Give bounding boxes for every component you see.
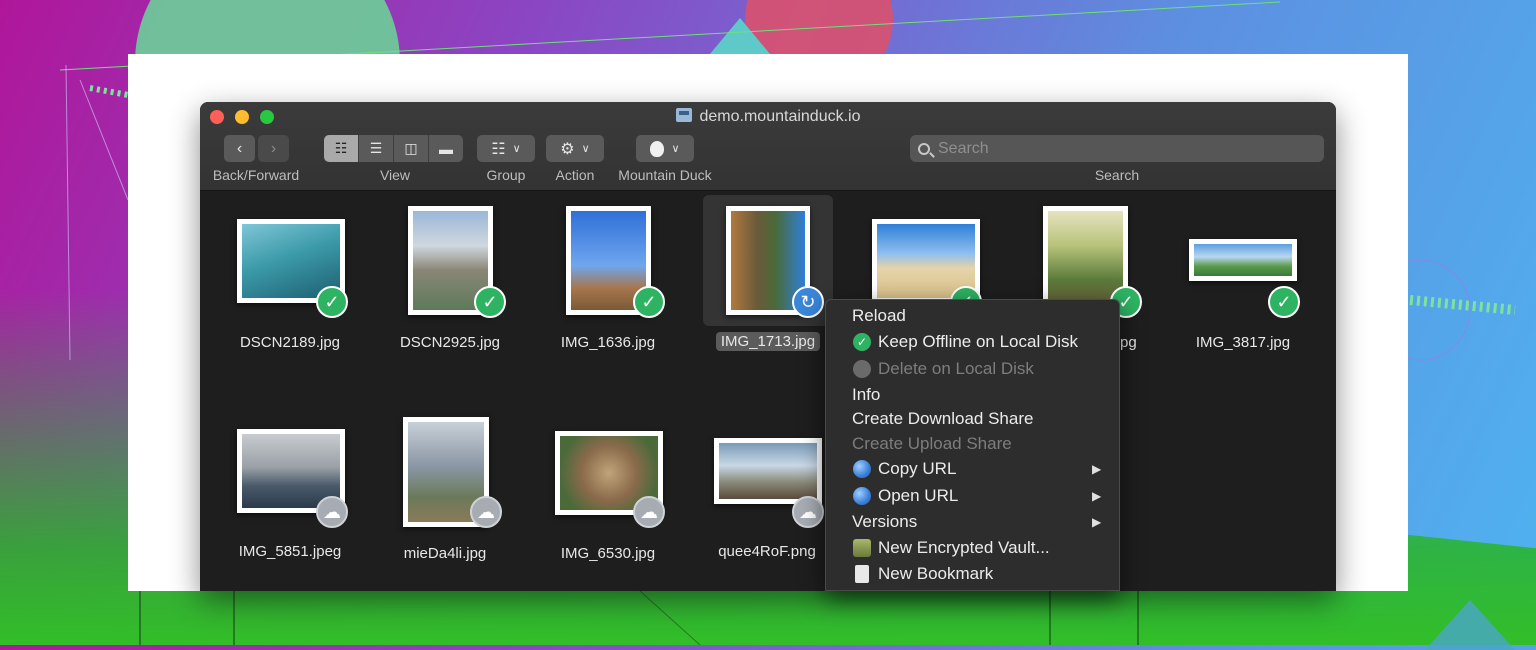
action-label: Action xyxy=(555,167,595,183)
cloud-icon: ☁ xyxy=(640,501,658,522)
file-badge-offline: ✓ xyxy=(633,286,665,318)
submenu-arrow-icon: ▶ xyxy=(1092,462,1102,476)
list-view-button[interactable]: ☰ xyxy=(359,135,394,162)
group-button[interactable]: ☷ ∨ xyxy=(477,135,535,162)
file-name-partial: pg xyxy=(1120,334,1137,351)
sync-icon: ↻ xyxy=(800,291,816,312)
forward-button[interactable]: › xyxy=(258,135,289,162)
vault-icon xyxy=(853,539,871,557)
duck-icon xyxy=(650,140,665,157)
disk-icon xyxy=(675,108,692,122)
list-icon: ☰ xyxy=(369,140,383,156)
file-badge-syncing: ↻ xyxy=(792,286,824,318)
file-badge-offline: ✓ xyxy=(1268,286,1300,318)
window-title: demo.mountainduck.io xyxy=(200,108,1336,126)
search-label: Search xyxy=(1094,167,1140,183)
back-forward-label: Back/Forward xyxy=(212,167,300,183)
group-label: Group xyxy=(486,167,526,183)
checkmark-icon: ✓ xyxy=(1118,291,1134,312)
thumbnail[interactable] xyxy=(714,438,822,504)
checkmark-icon: ✓ xyxy=(641,291,657,312)
chevron-down-icon: ∨ xyxy=(671,143,680,155)
mountain-duck-button[interactable]: ∨ xyxy=(636,135,694,162)
file-badge-cloud: ☁ xyxy=(792,496,824,528)
bookmark-icon xyxy=(855,565,869,583)
menu-item-copy-url[interactable]: Copy URL ▶ xyxy=(826,457,1119,481)
submenu-arrow-icon: ▶ xyxy=(1092,489,1102,503)
finder-window: demo.mountainduck.io ‹ › Back/Forward ☷ … xyxy=(200,102,1336,591)
menu-item-keep-offline[interactable]: ✓ Keep Offline on Local Disk xyxy=(826,330,1119,354)
menu-item-new-vault[interactable]: New Encrypted Vault... xyxy=(826,536,1119,560)
action-button[interactable]: ⚙ ∨ xyxy=(546,135,604,162)
chevron-left-icon: ‹ xyxy=(236,139,243,157)
menu-item-delete-local: Delete on Local Disk xyxy=(826,357,1119,381)
columns-icon: ◫ xyxy=(404,140,418,156)
menu-item-create-upload-share: Create Upload Share xyxy=(852,434,1012,453)
search-input[interactable] xyxy=(936,138,1300,159)
file-badge-cloud: ☁ xyxy=(316,496,348,528)
search-field[interactable] xyxy=(910,135,1324,162)
view-segmented-control: ☷ ☰ ◫ ▬ xyxy=(324,135,463,162)
checkmark-icon: ✓ xyxy=(853,333,871,351)
gallery-icon: ▬ xyxy=(439,140,453,157)
column-view-button[interactable]: ◫ xyxy=(394,135,429,162)
grid-icon: ☷ xyxy=(491,140,506,158)
file-grid: ✓ DSCN2189.jpg ✓ DSCN2925.jpg ✓ IMG_1636… xyxy=(200,191,1336,591)
cloud-icon: ☁ xyxy=(799,501,817,522)
chevron-right-icon: › xyxy=(270,139,277,157)
chevron-down-icon: ∨ xyxy=(581,143,590,155)
thumbnail[interactable] xyxy=(1189,239,1297,281)
checkmark-icon: ✓ xyxy=(1276,291,1292,312)
toolbar: demo.mountainduck.io ‹ › Back/Forward ☷ … xyxy=(200,102,1336,191)
cloud-icon: ☁ xyxy=(477,501,495,522)
cloud-icon xyxy=(853,360,871,378)
context-menu: Reload ✓ Keep Offline on Local Disk Dele… xyxy=(825,299,1120,591)
menu-item-info[interactable]: Info xyxy=(826,383,1119,407)
file-badge-cloud: ☁ xyxy=(633,496,665,528)
globe-icon xyxy=(853,487,871,505)
menu-item-create-download-share[interactable]: Create Download Share xyxy=(826,407,1119,431)
globe-icon xyxy=(853,460,871,478)
back-button[interactable]: ‹ xyxy=(224,135,255,162)
submenu-arrow-icon: ▶ xyxy=(1092,515,1102,529)
menu-item-versions[interactable]: Versions ▶ xyxy=(826,510,1119,534)
gear-icon: ⚙ xyxy=(560,140,575,158)
view-label: View xyxy=(379,167,411,183)
cloud-icon: ☁ xyxy=(323,501,341,522)
grid-icon: ☷ xyxy=(334,140,348,156)
chevron-down-icon: ∨ xyxy=(512,143,521,155)
gallery-view-button[interactable]: ▬ xyxy=(429,135,463,162)
checkmark-icon: ✓ xyxy=(324,291,340,312)
file-badge-offline: ✓ xyxy=(316,286,348,318)
menu-item-open-url[interactable]: Open URL ▶ xyxy=(826,484,1119,508)
menu-item-new-bookmark[interactable]: New Bookmark xyxy=(826,562,1119,586)
search-icon xyxy=(918,142,930,155)
file-badge-cloud: ☁ xyxy=(470,496,502,528)
checkmark-icon: ✓ xyxy=(482,291,498,312)
mountain-duck-label: Mountain Duck xyxy=(618,167,712,183)
menu-item-reload[interactable]: Reload xyxy=(826,304,1119,328)
icon-view-button[interactable]: ☷ xyxy=(324,135,359,162)
file-badge-offline: ✓ xyxy=(474,286,506,318)
